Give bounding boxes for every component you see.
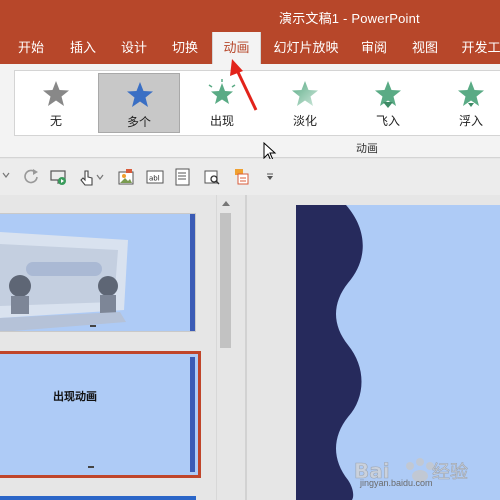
slide-thumbnail-1[interactable] [0,213,196,332]
textbox-icon[interactable]: abl [146,168,164,186]
customize-toolbar-icon[interactable] [266,173,274,181]
tab-insert[interactable]: 插入 [60,32,106,64]
pane-divider[interactable] [245,195,247,500]
star-float-in-icon [458,81,484,107]
slide-1-accent-band [190,214,195,331]
watermark-url: jingyan.baidu.com [360,478,433,488]
slide-thumbnail-2[interactable]: 出现动画 [0,351,201,478]
animation-float-in[interactable]: 浮入 [430,73,500,133]
animation-multiple[interactable]: 多个 [98,73,180,133]
slide-1-marker [90,325,96,327]
tab-view[interactable]: 视图 [405,32,445,64]
star-fly-in-icon [375,81,401,108]
slide-thumbnail-3[interactable] [0,496,196,500]
animation-fade-label: 淡化 [292,114,317,128]
sort-icon[interactable] [232,168,250,186]
annotation-arrow-icon [230,59,258,111]
animation-float-in-label: 浮入 [458,114,483,128]
slide-1-image [0,232,128,331]
svg-text:abl: abl [149,175,160,183]
tab-home[interactable]: 开始 [8,32,54,64]
animation-none-label: 无 [49,114,62,128]
animation-fade[interactable]: 淡化 [264,73,346,133]
animation-multiple-label: 多个 [126,115,151,129]
insert-picture-icon[interactable] [117,168,135,186]
animation-group-label: 动画 [356,143,378,155]
touch-mode-icon[interactable] [78,168,96,186]
baidu-jingyan-watermark: Bai 经验 [354,458,468,483]
slide-2-caption: 出现动画 [53,391,97,403]
title-bar: 演示文稿1 - PowerPoint [0,0,500,32]
tab-slideshow[interactable]: 幻灯片放映 [270,32,342,64]
star-none-icon [43,81,69,106]
thumbnail-scrollbar[interactable] [216,195,234,500]
touch-dropdown-icon[interactable] [96,173,104,181]
animation-fly-in[interactable]: 飞入 [347,73,429,133]
tab-transitions[interactable]: 切换 [162,32,208,64]
quick-toolbar: abl [0,159,500,195]
slideshow-icon[interactable] [50,168,68,186]
slide-2-marker [88,466,94,468]
list-box-icon[interactable] [174,168,192,186]
star-multiple-icon [127,82,153,107]
tab-review[interactable]: 审阅 [354,32,394,64]
tab-design[interactable]: 设计 [111,32,157,64]
slide-2-accent-band [190,357,195,472]
scrollbar-thumb[interactable] [220,213,231,348]
animation-fly-in-label: 飞入 [375,114,400,128]
svg-text:经验: 经验 [432,462,468,483]
window-title: 演示文稿1 - PowerPoint [279,11,420,26]
animation-none[interactable]: 无 [15,73,97,133]
star-fade-icon [292,81,318,106]
find-icon[interactable] [203,168,221,186]
refresh-icon[interactable] [22,168,40,186]
chevron-down-icon[interactable] [2,171,10,179]
tab-developer[interactable]: 开发工 [456,32,500,64]
scroll-up-icon[interactable] [222,201,230,206]
